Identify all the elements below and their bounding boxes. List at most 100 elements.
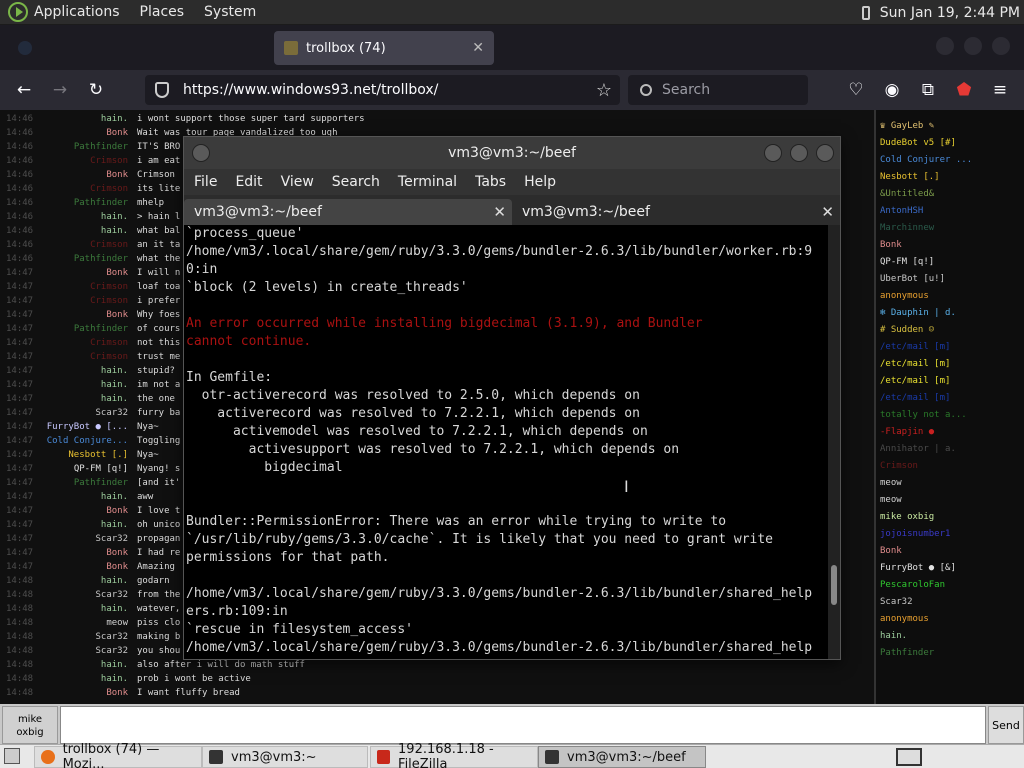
menu-hamburger-icon[interactable]: ≡ — [986, 70, 1014, 110]
user-list-item[interactable]: anonymous — [876, 611, 1024, 628]
browser-tab-trollbox[interactable]: trollbox (74) ✕ — [274, 31, 494, 65]
chat-username[interactable]: hain. — [0, 490, 128, 504]
chat-username[interactable]: Bonk — [0, 560, 128, 574]
chat-username[interactable]: Bonk — [0, 126, 128, 140]
chat-username[interactable]: hain. — [0, 392, 128, 406]
chat-username[interactable]: Bonk — [0, 504, 128, 518]
user-list-item[interactable]: /etc/mail [m] — [876, 339, 1024, 356]
menu-file[interactable]: File — [194, 174, 217, 190]
browser-tab-inactive[interactable] — [8, 31, 263, 65]
user-list-item[interactable]: # Sudden ☺ — [876, 322, 1024, 339]
menu-search[interactable]: Search — [332, 174, 380, 190]
forward-arrow-icon[interactable]: → — [46, 70, 74, 110]
chat-username[interactable]: Bonk — [0, 546, 128, 560]
chat-username[interactable]: Crimson — [0, 238, 128, 252]
ublock-icon[interactable]: ⬟ — [950, 70, 978, 110]
menu-applications[interactable]: Applications — [34, 4, 120, 20]
user-list-item[interactable]: QP-FM [q!] — [876, 254, 1024, 271]
maximize-icon[interactable] — [790, 144, 808, 162]
terminal-titlebar[interactable]: vm3@vm3:~/beef — [184, 137, 840, 169]
chat-username[interactable]: Scar32 — [0, 532, 128, 546]
chat-username[interactable]: hain. — [0, 518, 128, 532]
user-list-item[interactable]: Annihator | a. — [876, 441, 1024, 458]
user-list-item[interactable]: totally not a... — [876, 407, 1024, 424]
chat-username[interactable]: hain. — [0, 672, 128, 686]
chat-username[interactable]: Bonk — [0, 168, 128, 182]
task-terminal-home[interactable]: vm3@vm3:~ — [202, 746, 368, 768]
chat-username[interactable]: hain. — [0, 658, 128, 672]
chat-username[interactable]: Crimson — [0, 336, 128, 350]
user-list-item[interactable]: Scar32 — [876, 594, 1024, 611]
bookmark-star-icon[interactable]: ☆ — [596, 80, 612, 101]
back-arrow-icon[interactable]: ← — [10, 70, 38, 110]
user-list-item[interactable]: Bonk — [876, 543, 1024, 560]
show-desktop-icon[interactable] — [4, 748, 20, 764]
user-list-item[interactable]: AntonHSH — [876, 203, 1024, 220]
user-list-item[interactable]: Bonk — [876, 237, 1024, 254]
chat-username[interactable]: Scar32 — [0, 406, 128, 420]
chat-username[interactable]: hain. — [0, 602, 128, 616]
message-input[interactable] — [60, 706, 986, 744]
tracking-shield-icon[interactable] — [155, 82, 169, 98]
user-list-item[interactable]: ♛ GayLeb ✎ — [876, 118, 1024, 135]
user-list-item[interactable]: hain. — [876, 628, 1024, 645]
scrollbar-thumb[interactable] — [831, 565, 837, 605]
chat-username[interactable]: FurryBot ● [... — [0, 420, 128, 434]
search-input[interactable]: Search — [628, 75, 808, 105]
user-list-item[interactable]: meow — [876, 492, 1024, 509]
maximize-window-icon[interactable] — [964, 37, 982, 55]
chat-username[interactable]: Crimson — [0, 182, 128, 196]
chat-username[interactable]: Crimson — [0, 294, 128, 308]
user-list-item[interactable]: jojoisnumber1 — [876, 526, 1024, 543]
window-menu-icon[interactable] — [192, 144, 210, 162]
nickname-button[interactable]: mike oxbig — [2, 706, 58, 744]
user-list-item[interactable]: FurryBot ● [&] — [876, 560, 1024, 577]
terminal-tab-2[interactable]: vm3@vm3:~/beef ✕ — [512, 199, 840, 225]
chat-username[interactable]: Pathfinder — [0, 322, 128, 336]
chat-username[interactable]: hain. — [0, 210, 128, 224]
user-list-item[interactable]: Crimson — [876, 458, 1024, 475]
reload-icon[interactable]: ↻ — [82, 70, 110, 110]
user-list-item[interactable]: anonymous — [876, 288, 1024, 305]
user-list[interactable]: ♛ GayLeb ✎ DudeBot v5 [#] Cold Conjurer ..… — [874, 110, 1024, 704]
chat-username[interactable]: meow — [0, 616, 128, 630]
user-list-item[interactable]: UberBot [u!] — [876, 271, 1024, 288]
clock[interactable]: Sun Jan 19, 2:44 PM — [880, 5, 1020, 21]
terminal-tab-1[interactable]: vm3@vm3:~/beef ✕ — [184, 199, 512, 225]
terminal-scrollbar[interactable] — [828, 225, 840, 659]
task-firefox[interactable]: trollbox (74) — Mozi... — [34, 742, 202, 768]
close-tab-icon[interactable]: ✕ — [493, 203, 506, 221]
user-list-item[interactable]: meow — [876, 475, 1024, 492]
workspace-switcher[interactable] — [896, 748, 922, 766]
terminal-output[interactable]: `process_queue' /home/vm3/.local/share/ge… — [184, 225, 828, 659]
menu-system[interactable]: System — [204, 4, 256, 20]
user-list-item[interactable]: Cold Conjurer ... — [876, 152, 1024, 169]
chat-username[interactable]: Crimson — [0, 280, 128, 294]
user-list-item[interactable]: PescaroloFan — [876, 577, 1024, 594]
user-list-item[interactable]: Pathfinder — [876, 645, 1024, 662]
chat-username[interactable]: hain. — [0, 224, 128, 238]
user-list-item[interactable]: /etc/mail [m] — [876, 373, 1024, 390]
chat-username[interactable]: Nesbott [.] — [0, 448, 128, 462]
minimize-window-icon[interactable] — [936, 37, 954, 55]
send-button[interactable]: Send — [988, 706, 1024, 744]
chat-username[interactable]: Crimson — [0, 350, 128, 364]
extensions-icon[interactable]: ⧉ — [914, 70, 942, 110]
distro-logo-icon[interactable] — [8, 2, 28, 22]
user-list-item[interactable]: -Flapjin ● — [876, 424, 1024, 441]
task-terminal-beef[interactable]: vm3@vm3:~/beef — [538, 746, 706, 768]
menu-edit[interactable]: Edit — [235, 174, 262, 190]
url-text[interactable]: https://www.windows93.net/trollbox/ — [183, 82, 438, 98]
terminal-window[interactable]: vm3@vm3:~/beef File Edit View Search Ter… — [183, 136, 841, 660]
chat-username[interactable]: Bonk — [0, 686, 128, 700]
chat-username[interactable]: Pathfinder — [0, 196, 128, 210]
chat-username[interactable]: Pathfinder — [0, 252, 128, 266]
chat-username[interactable]: hain. — [0, 574, 128, 588]
task-filezilla[interactable]: 192.168.1.18 - FileZilla — [370, 742, 538, 768]
chat-username[interactable]: Pathfinder — [0, 140, 128, 154]
menu-view[interactable]: View — [281, 174, 314, 190]
menu-tabs[interactable]: Tabs — [475, 174, 506, 190]
account-icon[interactable]: ◉ — [878, 70, 906, 110]
chat-username[interactable]: Scar32 — [0, 588, 128, 602]
chat-username[interactable]: hain. — [0, 378, 128, 392]
